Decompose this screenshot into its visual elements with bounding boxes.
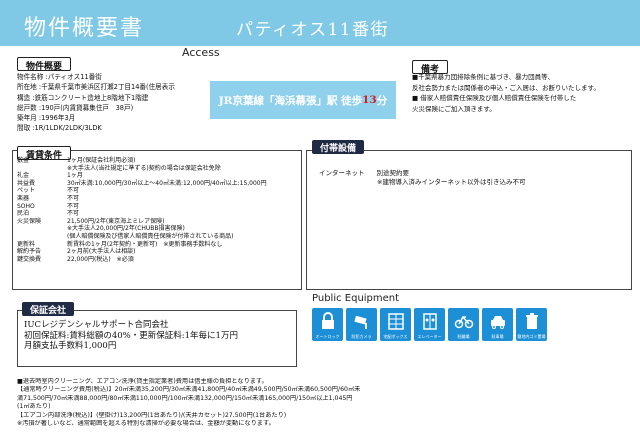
rent-row-label: 火災保険 (17, 217, 42, 225)
footer-line: 【通常時クリーニング費用(税込)】20㎡未満35,200円/30㎡未満41,80… (17, 386, 361, 394)
walk-minutes: 13 (362, 94, 377, 106)
rent-row-label (17, 233, 67, 241)
remarks-line: 火災保険にご加入頂きます。 (412, 104, 496, 113)
guarantor-line: 月額支払手数料1,000円 (24, 341, 117, 351)
document-title: 物件概要書 (24, 16, 145, 41)
rent-row-value: (個人賠償保険及び借家人賠償責任保険が付帯されている商品) (67, 232, 234, 240)
equipment-icons: オートロック 防犯カメラ 宅配ボックス エレベーター 駐輪場 駐車場 敷地内ゴミ… (312, 308, 547, 341)
rent-row: (個人賠償保険及び借家人賠償責任保険が付帯されている商品) (17, 233, 297, 241)
overview-line: 構造 :鉄筋コンクリート造地上8階地下1階建 (17, 93, 149, 102)
guarantor-line: IUCレジデンシャルサポート合同会社 (24, 320, 169, 330)
rent-row-value: ※大手法人20,000円/2年(CHUBB損害保険) (67, 225, 185, 233)
footer-line: ※汚損が著しいなど、通常範囲を超える特別な清掃が必要な場合は、金額が変動になりま… (17, 420, 275, 428)
rent-row-value: 1ヶ月(保証会社利用必須) (67, 157, 136, 164)
rent-row-label: 楽器 (17, 194, 30, 202)
overview-line: 所在地 :千葉県千葉市美浜区打瀬2丁目14番(住居表示 (17, 83, 175, 92)
garbage-icon: 敷地内ゴミ置場 (516, 308, 547, 341)
guarantor-box: IUCレジデンシャルサポート合同会社 初回保証料:賃料総額の40%・更新保証料:… (17, 310, 297, 367)
rent-row-label: ペット (17, 187, 36, 195)
footer-notes: ■退去時室内クリーニング、エアコン洗浄(貸主指定業者)費用は借主様の負担となりま… (17, 378, 632, 428)
rent-row-label: 解約予告 (17, 248, 42, 256)
rent-row: 更新料 新賃料の1ヶ月(2年契約・更新可) ※更新事務手数料なし (17, 241, 297, 249)
rent-row-value: ※大手法人(当社規定に準ずる)契約の場合は保証会社免除 (67, 164, 221, 172)
icon-label: 敷地内ゴミ置場 (517, 334, 546, 339)
rent-row-label: 民泊 (17, 210, 30, 218)
overview-line: 間取 :1R/1LDK/2LDK/3LDK (17, 124, 102, 133)
overview-title: 物件概要 (17, 57, 72, 72)
bicycle-parking-icon: 駐輪場 (448, 308, 479, 341)
rent-row-label: 礼金 (17, 172, 30, 180)
rent-row: ※大手法人20,000円/2年(CHUBB損害保険) (17, 225, 297, 233)
overview-line: 総戸数 :190戸(内賃貸募集住戸 38戸) (17, 103, 134, 112)
internet-value: 別途契約要 (376, 169, 410, 177)
icon-label: オートロック (315, 334, 340, 339)
station-access-box: JR京葉線「海浜幕張」駅 徒歩 13 分 (210, 81, 396, 119)
overview-list: 物件名称 :パティオス11番街 所在地 :千葉県千葉市美浜区打瀬2丁目14番(住… (17, 72, 222, 134)
footer-line: 【エアコン内部洗浄(税込)】(壁掛け)13,200円(1台あたり)/(天井カセッ… (17, 411, 287, 419)
rent-row-label: 共益費 (17, 179, 36, 187)
icon-label: 防犯カメラ (351, 334, 372, 339)
rent-row-label: 敷金 (17, 157, 30, 164)
remarks-line: 反社会勢力または関係者の申込・ご入居は、お断りいたします。 (412, 83, 600, 92)
rent-row: SOHO 不可 (17, 203, 297, 211)
facilities-title: 付帯設備 (312, 140, 365, 154)
rent-row: 鍵交換費 22,000円(税込) ※必須 (17, 256, 297, 264)
rent-row: 解約予告 2ヶ月前(大手法人は相談) (17, 248, 297, 256)
parking-icon: 駐車場 (482, 308, 513, 341)
rent-row: 楽器 不可 (17, 195, 297, 203)
rent-row-value: 不可 (67, 202, 80, 210)
rent-row-value: 不可 (67, 210, 80, 218)
public-equipment-title: Public Equipment (312, 293, 400, 304)
footer-line: (1㎡あたり) (17, 403, 51, 411)
rent-row-value: 不可 (67, 194, 80, 202)
remarks-line: ■ 借家人賠償責任保険及び個人賠償責任保険を付帯した (412, 94, 577, 102)
rent-row: ※大手法人(当社規定に準ずる)契約の場合は保証会社免除 (17, 165, 297, 173)
rent-row-label (17, 225, 67, 233)
rent-row: ペット 不可 (17, 187, 297, 195)
auto-lock-icon: オートロック (312, 308, 343, 341)
rent-conditions-table: 敷金 1ヶ月(保証会社利用必須) ※大手法人(当社規定に準ずる)契約の場合は保証会社… (17, 157, 297, 287)
rent-row-label: 鍵交換費 (17, 255, 42, 263)
rent-row-value: 22,000円(税込) ※必須 (67, 255, 134, 263)
delivery-box-icon: 宅配ボックス (380, 308, 411, 341)
overview-line: 築年月 :1996年3月 (17, 114, 76, 123)
rent-row-value: 30㎡未満:10,000円/30㎡以上～40㎡未満:12,000円/40㎡以上:… (67, 179, 267, 187)
icon-label: 駐車場 (491, 334, 504, 339)
internet-note: ※建物導入済みインターネット以外は引き込み不可 (377, 177, 526, 186)
footer-line: 満71,500円/70㎡未満88,000円/80㎡未満110,000円/100㎡… (17, 394, 353, 402)
facilities-box: インターネット 別途契約要 ※建物導入済みインターネット以外は引き込み不可 (306, 150, 632, 290)
access-label: Access (182, 46, 220, 59)
security-camera-icon: 防犯カメラ (346, 308, 377, 341)
guarantor-line: 初回保証料:賃料総額の40%・更新保証料:1年毎に1万円 (24, 330, 238, 341)
rent-row: 礼金 1ヶ月 (17, 172, 297, 180)
walk-unit: 分 (376, 94, 388, 107)
icon-label: エレベーター (417, 334, 442, 339)
internet-label: インターネット (319, 169, 365, 177)
rent-row-label: 更新料 (17, 240, 36, 248)
elevator-icon: エレベーター (414, 308, 445, 341)
header-banner: 物件概要書 パティオス11番街 (0, 0, 640, 46)
station-line-text: JR京葉線「海浜幕張」駅 徒歩 (218, 94, 363, 107)
rent-row: 民泊 不可 (17, 210, 297, 218)
rent-row: 敷金 1ヶ月(保証会社利用必須) (17, 157, 297, 165)
rent-row-value: 新賃料の1ヶ月(2年契約・更新可) ※更新事務手数料なし (67, 240, 223, 248)
rent-row-value: 1ヶ月 (67, 172, 83, 180)
icon-label: 宅配ボックス (383, 334, 408, 339)
rent-row-value: 不可 (67, 187, 80, 195)
overview-line: 物件名称 :パティオス11番街 (17, 73, 102, 81)
rent-row-value: 2ヶ月前(大手法人は相談) (67, 248, 136, 256)
remarks-line: ■千葉県暴力団排除条例に基づき、暴力団員等、 (412, 73, 555, 81)
rent-row: 共益費 30㎡未満:10,000円/30㎡以上～40㎡未満:12,000円/40㎡… (17, 180, 297, 188)
icon-label: 駐輪場 (457, 334, 470, 339)
remarks-list: ■千葉県暴力団排除条例に基づき、暴力団員等、 反社会勢力または関係者の申込・ご入… (412, 72, 630, 114)
footer-line: ■退去時室内クリーニング、エアコン洗浄(貸主指定業者)費用は借主様の負担となりま… (17, 378, 268, 385)
property-name: パティオス11番街 (236, 20, 390, 40)
guarantor-title: 保証会社 (22, 302, 75, 316)
